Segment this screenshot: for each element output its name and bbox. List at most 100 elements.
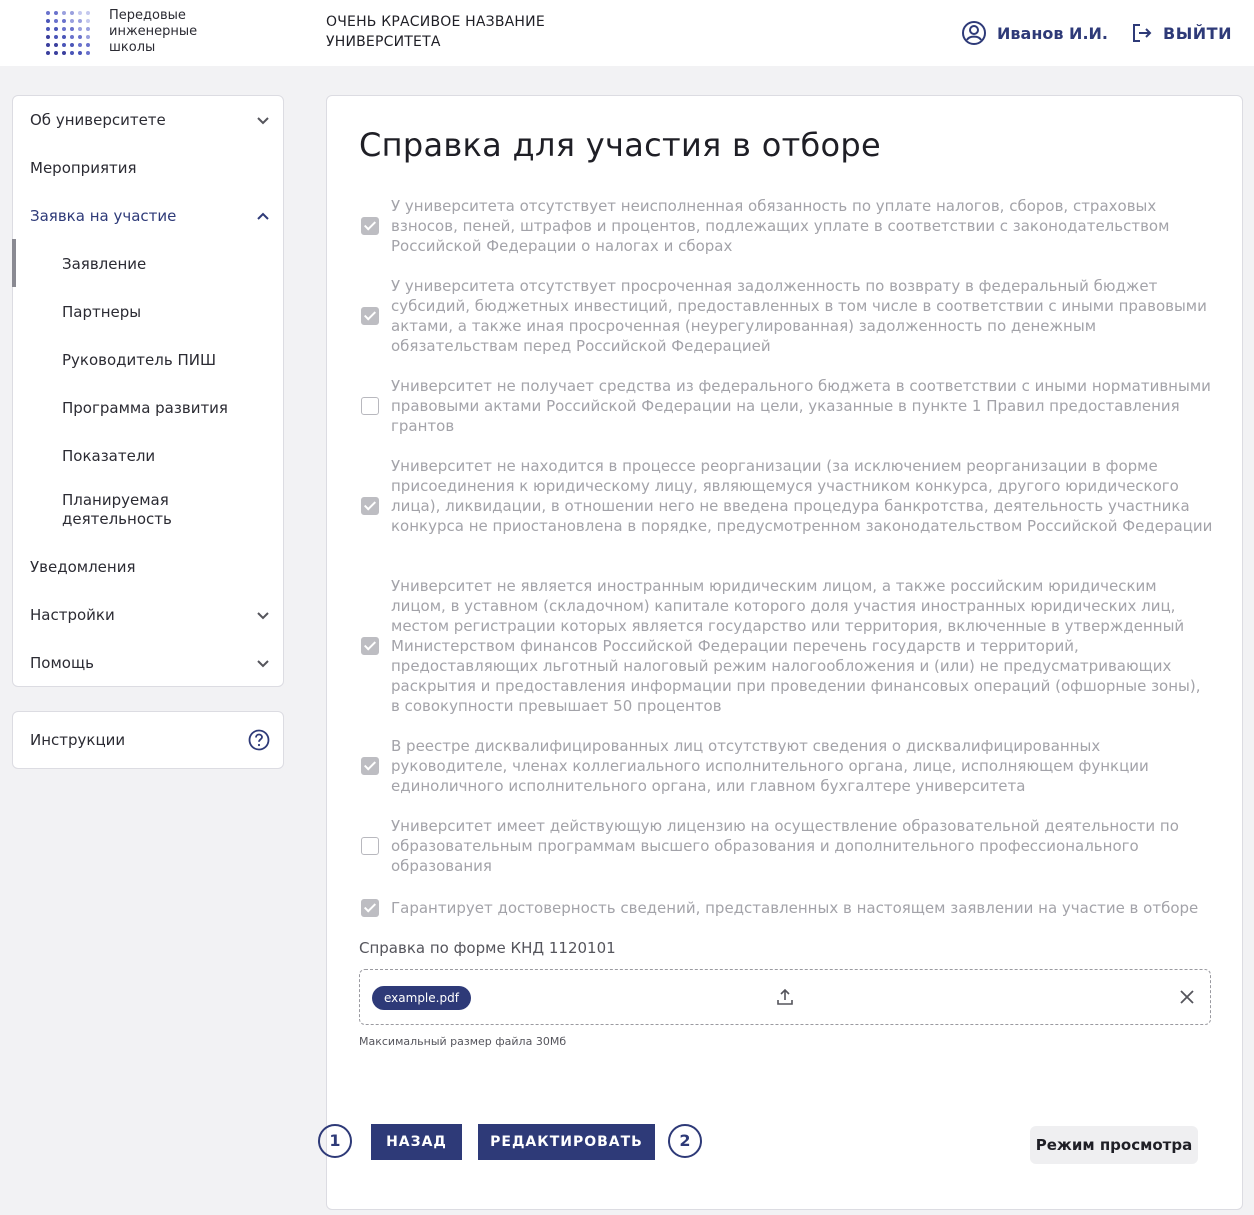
logo-dot [86, 35, 90, 39]
logo-dot [62, 51, 66, 55]
file-chip[interactable]: example.pdf [372, 986, 471, 1010]
logo-dot [54, 35, 58, 39]
check-item: У университета отсутствует неисполненная… [359, 196, 1209, 256]
check-label: Университет имеет действующую лицензию н… [391, 817, 1179, 875]
check-item: Гарантирует достоверность сведений, пред… [359, 898, 1209, 918]
logo-dot [78, 19, 82, 23]
user-profile-button[interactable]: Иванов И.И. [961, 20, 1108, 46]
logo-dot [54, 51, 58, 55]
checkbox[interactable] [361, 837, 379, 855]
logo-dot [46, 43, 50, 47]
chevron-up-icon [257, 212, 269, 220]
chevron-down-icon [257, 117, 269, 125]
page-title: Справка для участия в отборе [359, 126, 882, 164]
sidebar-item-events[interactable]: Мероприятия [30, 157, 270, 179]
logo-dot [54, 11, 58, 15]
sidebar-item-application[interactable]: Заявка на участие [30, 205, 270, 227]
sidebar-item-label: Показатели [62, 447, 156, 465]
sidebar-item-statement[interactable]: Заявление [62, 253, 262, 275]
certificate-form: Справка для участия в отборе У университ… [318, 95, 1243, 1210]
logo-dot [78, 43, 82, 47]
upload-icon[interactable] [776, 988, 794, 1006]
logo-dot [78, 51, 82, 55]
checkbox[interactable] [361, 217, 379, 235]
sidebar-item-label: Заявление [62, 255, 147, 273]
logo-icon[interactable] [46, 11, 90, 55]
sidebar-item-head[interactable]: Руководитель ПИШ [62, 349, 262, 371]
logo-dot [78, 27, 82, 31]
step-marker-2: 2 [668, 1124, 702, 1158]
check-label: У университета отсутствует неисполненная… [391, 197, 1170, 255]
chevron-down-icon [257, 660, 269, 668]
check-item: У университета отсутствует просроченная … [359, 276, 1209, 356]
check-item: В реестре дисквалифицированных лиц отсут… [359, 736, 1209, 796]
check-label: В реестре дисквалифицированных лиц отсут… [391, 737, 1149, 795]
logo-dot [54, 19, 58, 23]
sidebar-item-label: Настройки [30, 606, 115, 624]
logo-dot [86, 27, 90, 31]
file-size-hint: Максимальный размер файла 30Мб [359, 1035, 567, 1048]
sidebar-item-label: Уведомления [30, 558, 136, 576]
logo-dot [62, 11, 66, 15]
active-indicator [12, 239, 16, 287]
logo-dot [46, 19, 50, 23]
logo-dot [86, 51, 90, 55]
check-label: Гарантирует достоверность сведений, пред… [391, 899, 1199, 917]
university-name: ОЧЕНЬ КРАСИВОЕ НАЗВАНИЕ УНИВЕРСИТЕТА [326, 14, 545, 50]
back-button[interactable]: НАЗАД [371, 1124, 462, 1160]
sidebar-nav: Об университете Мероприятия Заявка на уч… [12, 95, 284, 687]
sidebar-item-program[interactable]: Программа развития [62, 397, 262, 419]
checkbox[interactable] [361, 757, 379, 775]
logo-text: Передовые инженерные школы [109, 8, 198, 55]
check-label: Университет не находится в процессе реор… [391, 457, 1213, 535]
sidebar-item-planned[interactable]: Планируемая деятельность [62, 491, 192, 529]
logo-dot [62, 35, 66, 39]
sidebar-item-about[interactable]: Об университете [30, 109, 270, 131]
logo-dot [70, 51, 74, 55]
logo-dot [46, 27, 50, 31]
logo-dot [70, 11, 74, 15]
sidebar-item-label: Мероприятия [30, 159, 137, 177]
sidebar-item-partners[interactable]: Партнеры [62, 301, 262, 323]
checkbox[interactable] [361, 637, 379, 655]
logo-dot [54, 27, 58, 31]
checkbox[interactable] [361, 497, 379, 515]
close-icon[interactable] [1178, 988, 1196, 1006]
logo-dot [62, 19, 66, 23]
edit-button[interactable]: РЕДАКТИРОВАТЬ [478, 1124, 655, 1160]
logo-dot [70, 19, 74, 23]
checkbox[interactable] [361, 397, 379, 415]
check-label: Университет не получает средства из феде… [391, 377, 1211, 435]
check-label: У университета отсутствует просроченная … [391, 277, 1207, 355]
sidebar-item-indicators[interactable]: Показатели [62, 445, 262, 467]
check-item: Университет имеет действующую лицензию н… [359, 816, 1209, 876]
logout-button[interactable]: ВЫЙТИ [1131, 20, 1232, 46]
instructions-link[interactable]: Инструкции [12, 711, 284, 769]
checkbox[interactable] [361, 307, 379, 325]
logo-dot [46, 11, 50, 15]
view-mode-button[interactable]: Режим просмотра [1030, 1126, 1198, 1164]
sidebar-item-help[interactable]: Помощь [30, 652, 270, 674]
sidebar-item-label: Заявка на участие [30, 207, 177, 225]
sidebar-item-label: Об университете [30, 111, 166, 129]
logo-dot [78, 11, 82, 15]
logout-label: ВЫЙТИ [1163, 23, 1232, 43]
sidebar-item-notifications[interactable]: Уведомления [30, 556, 270, 578]
check-item: Университет не находится в процессе реор… [359, 456, 1212, 556]
logo-dot [70, 27, 74, 31]
user-name: Иванов И.И. [997, 23, 1108, 43]
sidebar-item-settings[interactable]: Настройки [30, 604, 270, 626]
file-dropzone[interactable]: example.pdf [359, 969, 1211, 1025]
checkbox[interactable] [361, 899, 379, 917]
check-item: Университет не получает средства из феде… [359, 376, 1211, 436]
logo-dot [70, 35, 74, 39]
logo-dot [86, 43, 90, 47]
question-icon [248, 729, 270, 751]
sidebar-item-label: Планируемая деятельность [62, 491, 172, 528]
logo-dot [86, 19, 90, 23]
check-item: Университет не является иностранным юрид… [359, 576, 1209, 716]
logo-dot [70, 43, 74, 47]
sidebar-item-label: Партнеры [62, 303, 142, 321]
instructions-label: Инструкции [30, 731, 126, 749]
file-field-label: Справка по форме КНД 1120101 [359, 939, 616, 957]
